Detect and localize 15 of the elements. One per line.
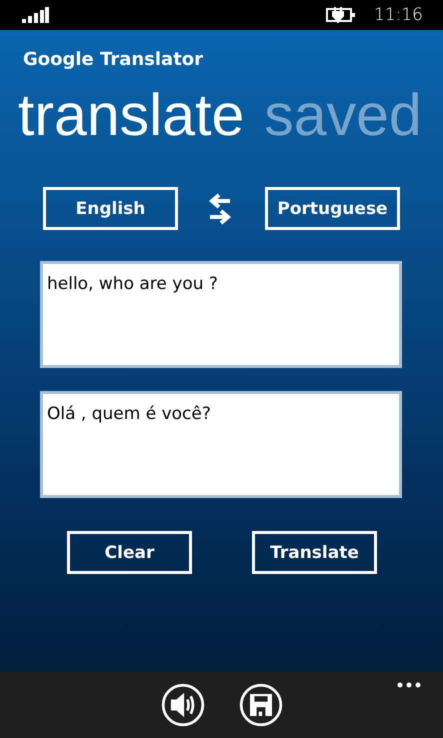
pivot-header[interactable]: translate <box>18 86 244 144</box>
target-language-button[interactable]: Portuguese <box>265 187 400 230</box>
clock-time: 11:16 <box>374 5 423 25</box>
signal-icon <box>22 7 49 23</box>
input-field[interactable]: hello, who are you ? <box>40 261 402 368</box>
output-field[interactable]: Olá , quem é você? <box>40 391 402 498</box>
swap-icon[interactable] <box>208 192 232 224</box>
source-language-button[interactable]: English <box>43 187 178 230</box>
battery-charging-icon <box>326 7 356 23</box>
app-title: Google Translator <box>23 49 204 72</box>
speaker-button[interactable] <box>160 683 204 727</box>
more-icon[interactable] <box>397 682 421 688</box>
save-button[interactable] <box>238 683 282 727</box>
action-button[interactable]: Clear <box>67 531 192 574</box>
action-button[interactable]: Translate <box>252 531 377 574</box>
